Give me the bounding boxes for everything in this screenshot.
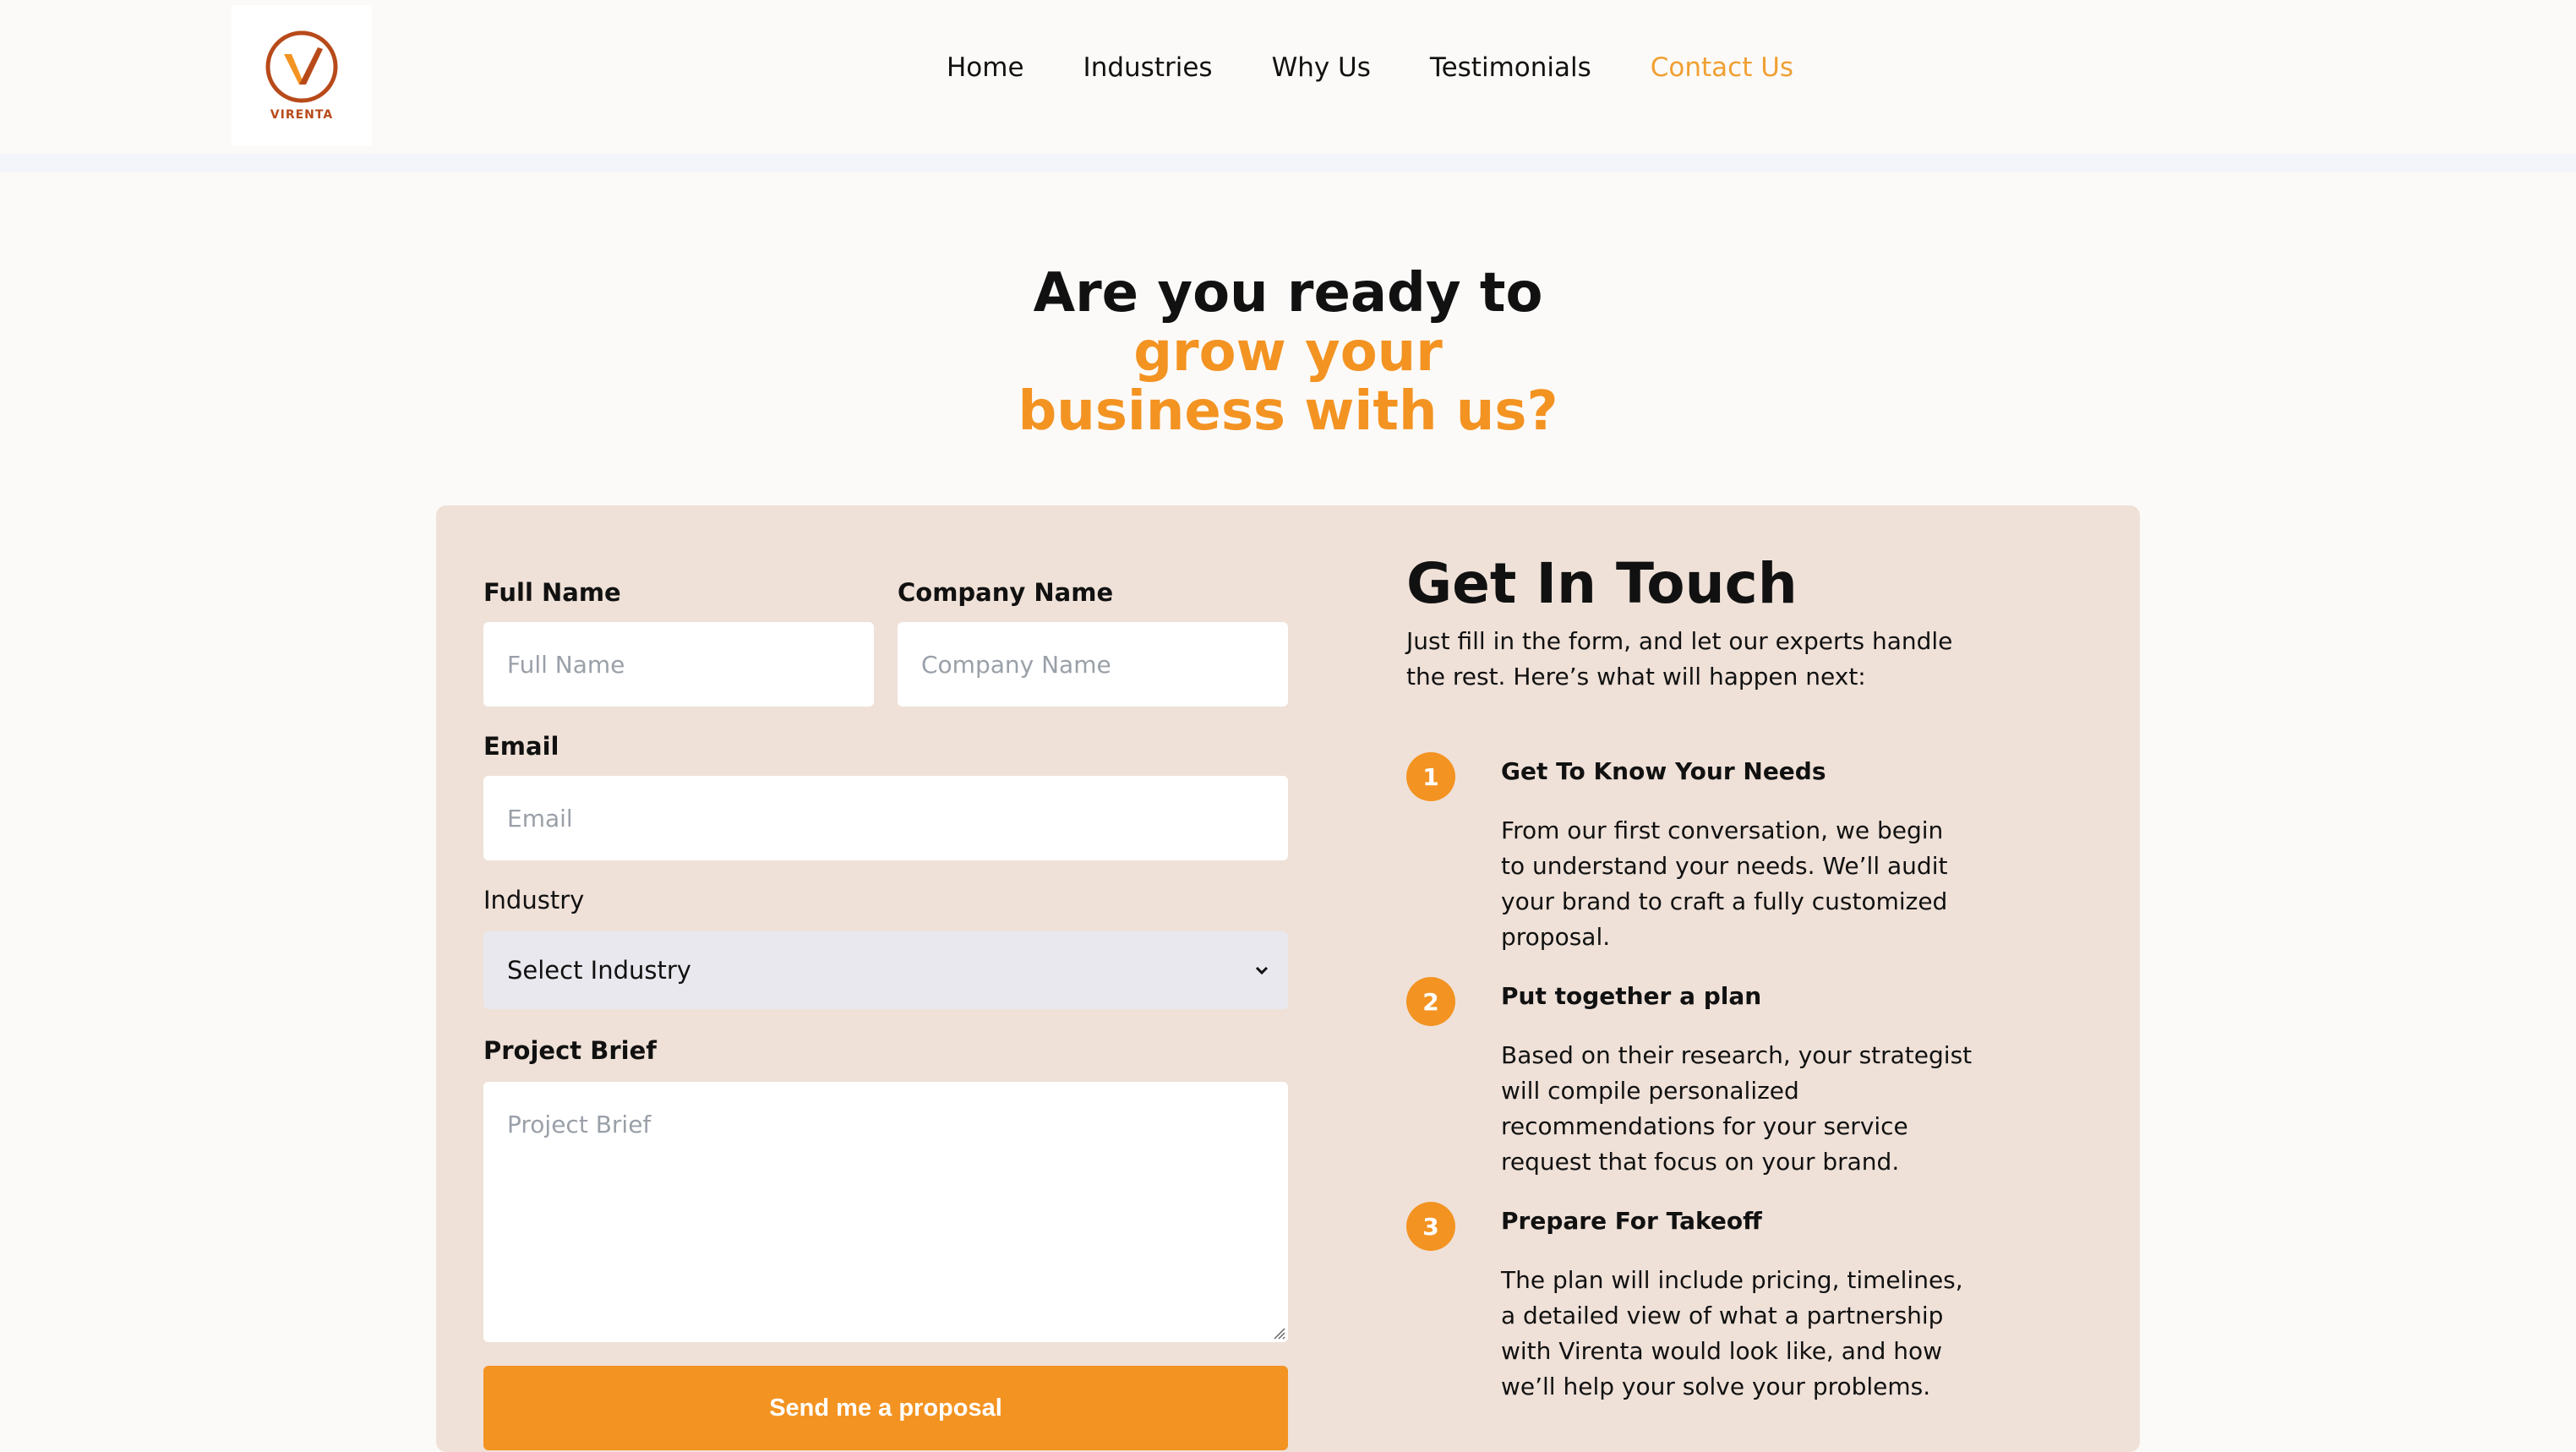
full-name-label: Full Name	[483, 578, 621, 607]
resize-grip-icon[interactable]	[1271, 1325, 1286, 1340]
site-header: VIRENTA Home Industries Why Us Testimoni…	[0, 0, 2576, 154]
project-brief-textarea[interactable]: Project Brief	[483, 1082, 1288, 1342]
step-1-body: From our first conversation, we begin to…	[1501, 816, 1948, 951]
company-name-label: Company Name	[898, 578, 1114, 607]
step-1-title: Get To Know Your Needs	[1501, 757, 1826, 785]
step-3-badge: 3	[1406, 1202, 1455, 1251]
email-input[interactable]: Email	[483, 776, 1288, 860]
company-name-input[interactable]: Company Name	[898, 622, 1288, 707]
email-label: Email	[483, 732, 559, 761]
header-divider	[0, 154, 2576, 172]
industry-select-value: Select Industry	[507, 956, 691, 985]
project-brief-label: Project Brief	[483, 1036, 657, 1065]
hero-line-1: Are you ready to	[1033, 262, 1543, 325]
industry-label: Industry	[483, 886, 585, 914]
step-2-badge: 2	[1406, 977, 1455, 1026]
chevron-down-icon	[1255, 966, 1269, 975]
industry-select[interactable]: Select Industry	[483, 931, 1288, 1009]
logo[interactable]: VIRENTA	[232, 5, 372, 145]
step-2-body: Based on their research, your strategist…	[1501, 1041, 1973, 1176]
hero-line-2: grow your	[1133, 321, 1443, 384]
full-name-input[interactable]: Full Name	[483, 622, 874, 707]
main-nav: Home Industries Why Us Testimonials Cont…	[947, 52, 1793, 83]
step-2-title: Put together a plan	[1501, 982, 1762, 1010]
hero-heading: Are you ready to grow your business with…	[0, 264, 2576, 441]
step-1-badge: 1	[1406, 752, 1455, 801]
hero-line-3: business with us?	[1018, 380, 1558, 443]
project-brief-placeholder: Project Brief	[507, 1111, 652, 1138]
nav-home[interactable]: Home	[947, 52, 1024, 83]
send-proposal-button[interactable]: Send me a proposal	[483, 1366, 1288, 1450]
get-in-touch-title: Get In Touch	[1406, 551, 1798, 616]
nav-why-us[interactable]: Why Us	[1272, 52, 1371, 83]
logo-text: VIRENTA	[270, 108, 334, 122]
nav-industries[interactable]: Industries	[1083, 52, 1213, 83]
get-in-touch-intro: Just fill in the form, and let our exper…	[1406, 627, 1953, 691]
step-3-title: Prepare For Takeoff	[1501, 1207, 1762, 1235]
v-check-logo-icon	[265, 30, 338, 103]
nav-contact-us[interactable]: Contact Us	[1651, 52, 1793, 83]
step-3-body: The plan will include pricing, timelines…	[1501, 1266, 1963, 1400]
nav-testimonials[interactable]: Testimonials	[1430, 52, 1591, 83]
